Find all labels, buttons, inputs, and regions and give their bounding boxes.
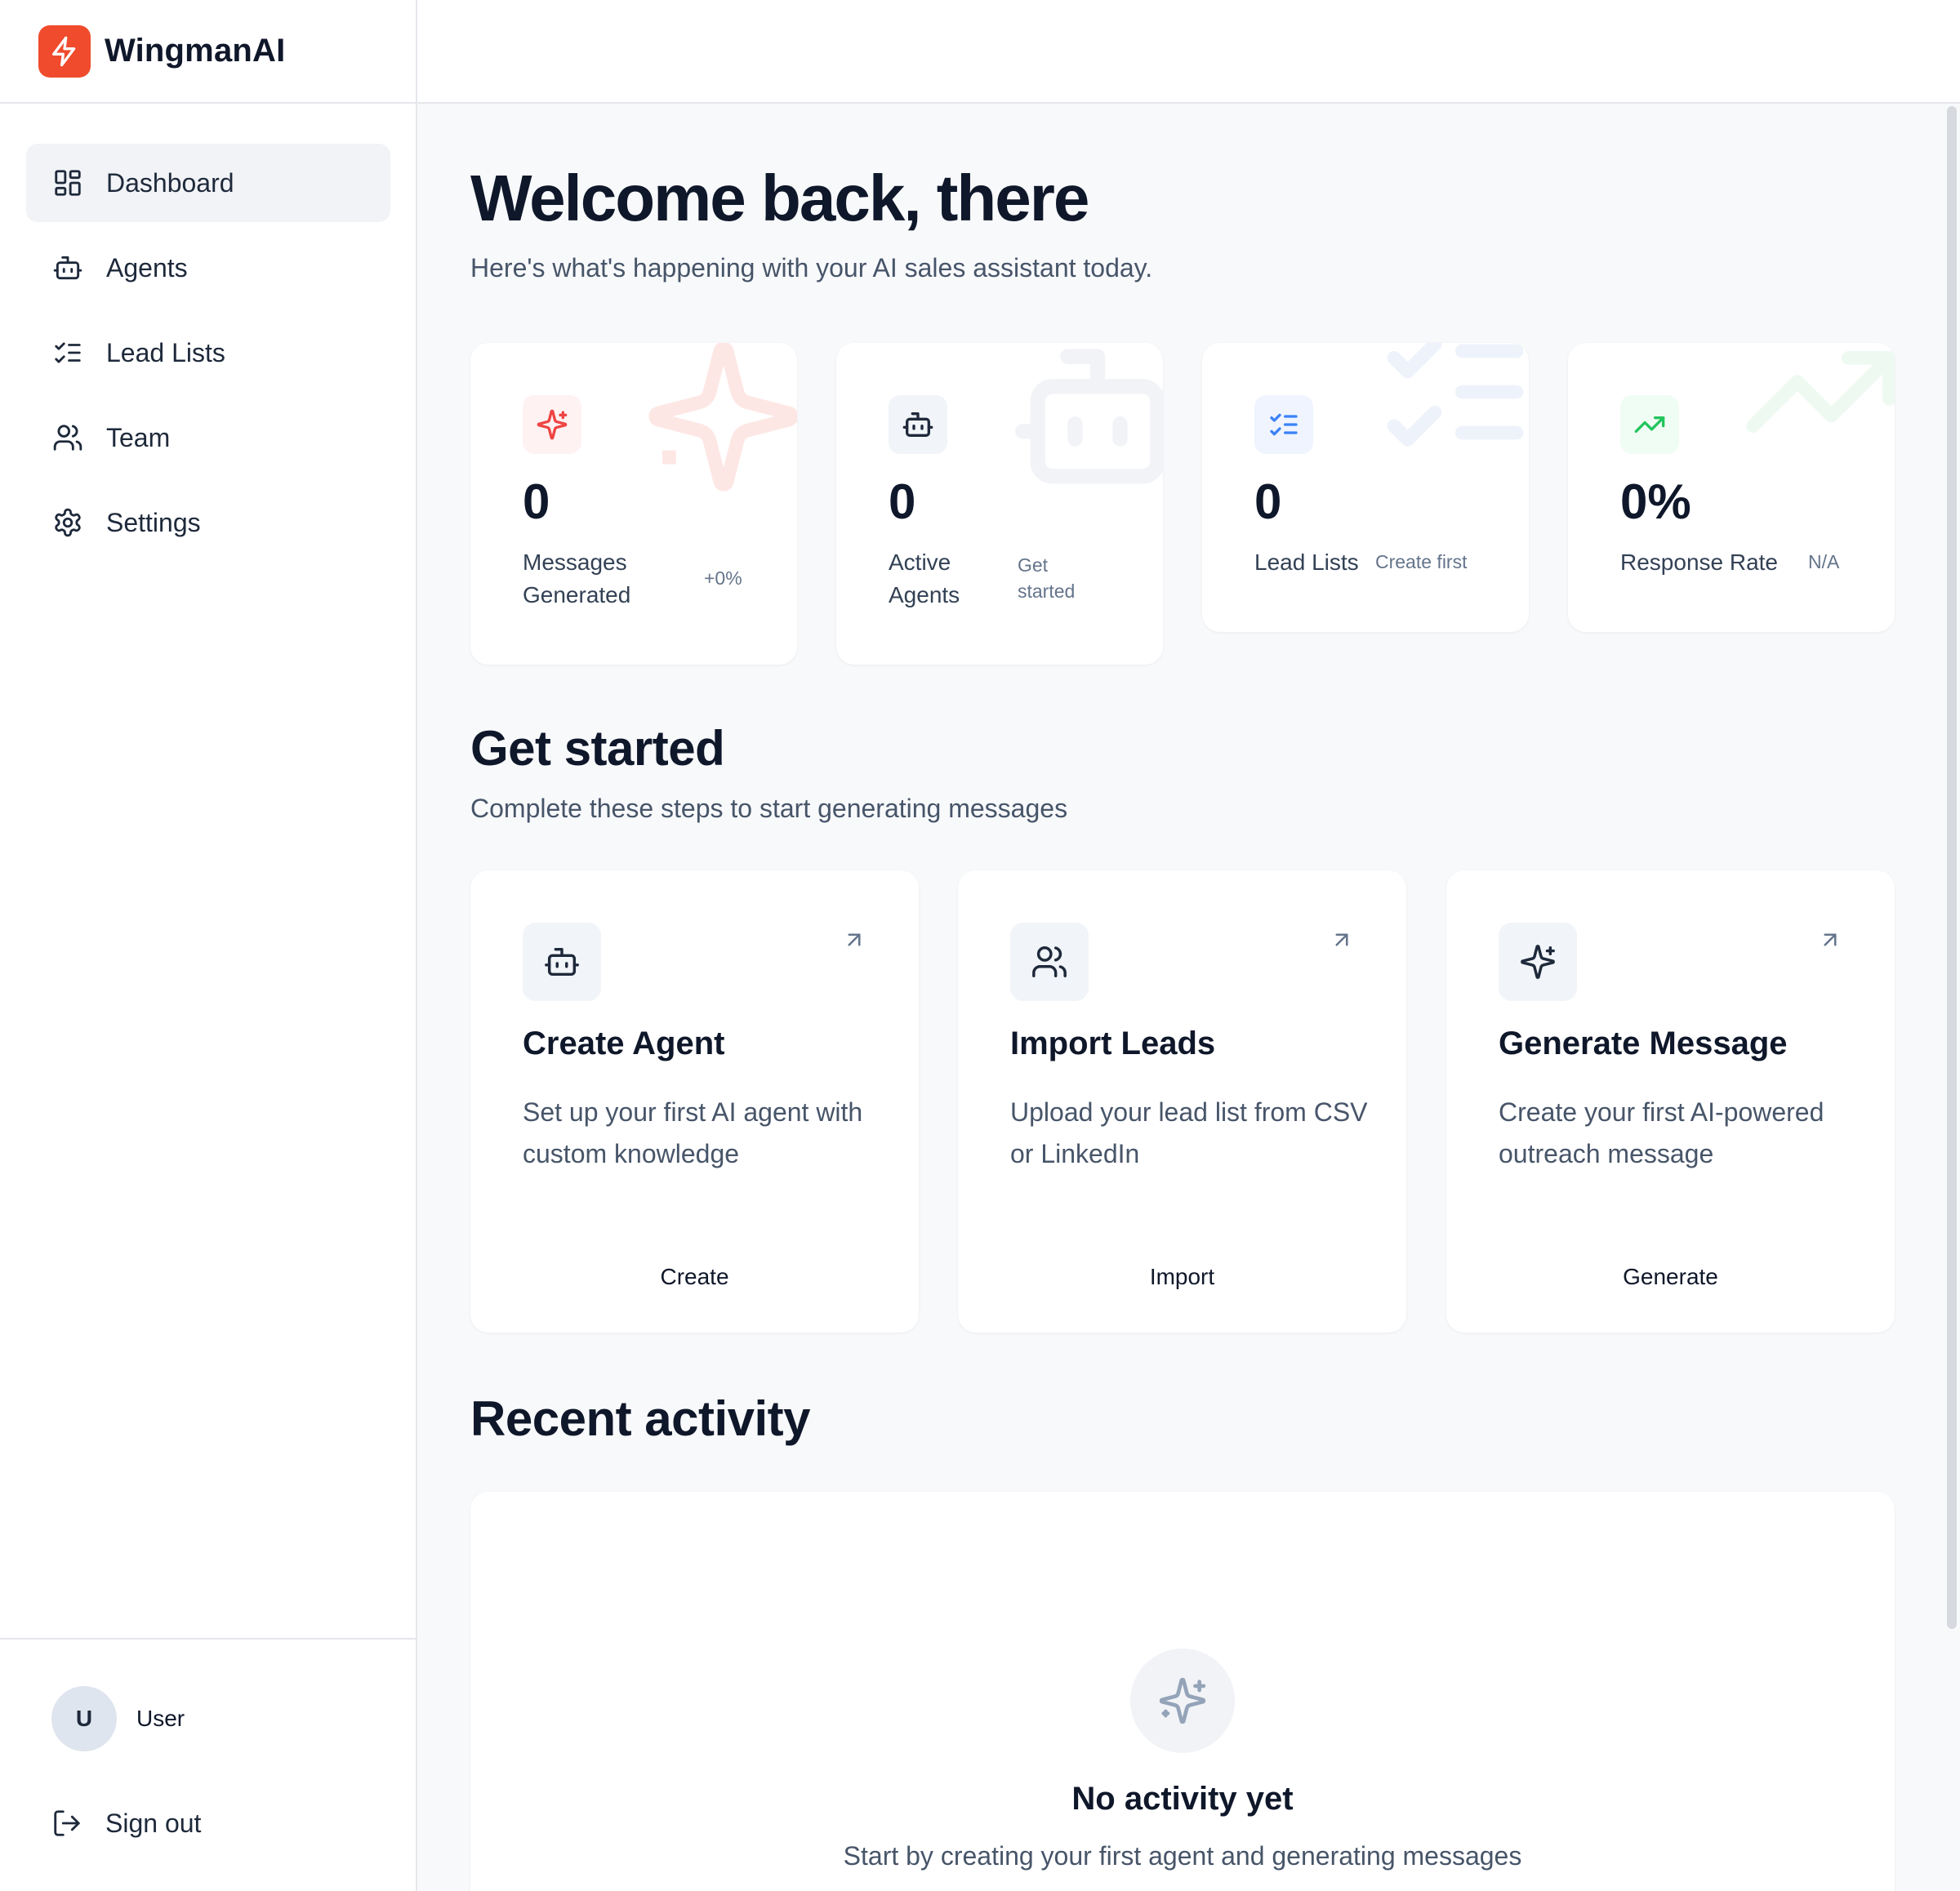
stat-label: Lead Lists <box>1254 550 1359 575</box>
recent-activity-title: Recent activity <box>470 1391 811 1446</box>
create-agent-button[interactable]: Create <box>523 1254 866 1300</box>
scrollbar-thumb[interactable] <box>1947 106 1957 1629</box>
stat-card-agents: 0 Active Agents Get started <box>836 343 1163 665</box>
stat-value: 0% <box>1620 474 1691 529</box>
users-icon <box>53 425 82 451</box>
empty-state-title: No activity yet <box>1071 1781 1294 1817</box>
sign-out-button[interactable]: Sign out <box>51 1808 201 1839</box>
list-checks-icon <box>1254 395 1313 454</box>
step-description: Set up your first AI agent with custom k… <box>523 1097 863 1168</box>
step-title: Generate Message <box>1499 1026 1788 1061</box>
sidebar-nav: Dashboard Agents Lead Lists Team Setting… <box>26 144 390 568</box>
step-title: Create Agent <box>523 1026 725 1061</box>
trending-up-watermark-icon <box>1746 351 1895 433</box>
user-profile[interactable]: U User <box>51 1686 185 1751</box>
sidebar-item-label: Agents <box>106 252 188 283</box>
bot-icon <box>889 395 947 454</box>
sparkles-watermark-icon <box>648 343 797 492</box>
step-card-create-agent[interactable]: Create Agent Set up your first AI agent … <box>470 870 919 1333</box>
stat-meta: +0% <box>704 567 742 589</box>
dashboard-icon <box>55 170 81 196</box>
import-leads-button[interactable]: Import <box>1010 1254 1354 1300</box>
page-title: Welcome back, there <box>470 162 1089 234</box>
user-name: User <box>136 1706 185 1731</box>
step-title: Import Leads <box>1010 1026 1216 1061</box>
empty-state-subtitle: Start by creating your first agent and g… <box>843 1841 1522 1871</box>
get-started-title: Get started <box>470 721 725 776</box>
stat-label-line: Active <box>889 550 951 575</box>
sidebar-item-team[interactable]: Team <box>26 398 390 477</box>
sparkles-icon <box>523 395 581 454</box>
generate-message-button[interactable]: Generate <box>1499 1254 1842 1300</box>
step-description: Upload your lead list from CSV or Linked… <box>1010 1097 1368 1168</box>
main-content: Welcome back, there Here's what's happen… <box>417 104 1944 1891</box>
stat-value: 0 <box>523 474 550 529</box>
sidebar-item-label: Dashboard <box>106 167 234 198</box>
step-card-import-leads[interactable]: Import Leads Upload your lead list from … <box>958 870 1406 1333</box>
brand[interactable]: WingmanAI <box>0 0 416 104</box>
sign-out-label: Sign out <box>105 1808 202 1838</box>
step-card-generate-message[interactable]: Generate Message Create your first AI-po… <box>1446 870 1895 1333</box>
step-description: Create your first AI-powered outreach me… <box>1499 1097 1824 1168</box>
get-started-subtitle: Complete these steps to start generating… <box>470 794 1068 823</box>
bot-icon <box>523 923 601 1001</box>
stat-value: 0 <box>889 474 916 529</box>
sidebar-item-settings[interactable]: Settings <box>26 483 390 562</box>
bot-watermark-icon <box>1015 349 1163 484</box>
stat-card-response-rate: 0% Response Rate N/A <box>1568 343 1895 632</box>
sidebar: WingmanAI Dashboard Agents Lead Lists Te… <box>0 0 417 1891</box>
stat-card-messages: 0 Messages Generated +0% <box>470 343 797 665</box>
stat-label: Active Agents <box>889 546 960 612</box>
stat-label: Response Rate <box>1620 550 1779 575</box>
arrow-up-right-icon[interactable] <box>1818 928 1842 952</box>
logout-icon <box>54 1810 80 1836</box>
stat-label-line: Messages <box>523 550 627 575</box>
gear-icon <box>55 508 81 537</box>
brand-name: WingmanAI <box>105 33 286 69</box>
arrow-up-right-icon[interactable] <box>1330 928 1354 952</box>
sidebar-item-label: Settings <box>106 507 201 537</box>
avatar: U <box>51 1686 117 1751</box>
stat-meta: Get started <box>1018 552 1075 604</box>
page-subtitle: Here's what's happening with your AI sal… <box>470 253 1153 283</box>
stat-meta: Create first <box>1375 551 1468 572</box>
sidebar-item-agents[interactable]: Agents <box>26 229 390 307</box>
stat-label-line: Generated <box>523 582 631 607</box>
list-checks-watermark-icon <box>1387 343 1524 447</box>
sidebar-item-label: Team <box>106 422 171 452</box>
stat-meta-line: started <box>1018 581 1076 602</box>
stat-label-line: Agents <box>889 582 960 607</box>
bolt-icon <box>38 24 91 78</box>
sidebar-item-dashboard[interactable]: Dashboard <box>26 144 390 222</box>
sidebar-item-label: Lead Lists <box>106 337 225 367</box>
sparkles-icon <box>1130 1649 1235 1753</box>
arrow-up-right-icon[interactable] <box>842 928 866 952</box>
stat-meta: N/A <box>1808 551 1840 572</box>
bot-icon <box>53 256 82 280</box>
stat-label: Messages Generated <box>523 546 630 612</box>
stat-value: 0 <box>1254 474 1282 529</box>
stat-meta-line: Get <box>1018 554 1049 576</box>
trending-up-icon <box>1620 395 1679 454</box>
top-bar <box>417 0 1960 104</box>
sidebar-footer: U User Sign out <box>0 1638 416 1891</box>
list-checks-icon <box>55 342 81 363</box>
recent-activity-panel: No activity yet Start by creating your f… <box>470 1492 1895 1891</box>
sparkles-icon <box>1499 923 1577 1001</box>
stat-card-lead-lists: 0 Lead Lists Create first <box>1202 343 1529 632</box>
users-icon <box>1010 923 1089 1001</box>
sidebar-item-lead-lists[interactable]: Lead Lists <box>26 314 390 392</box>
